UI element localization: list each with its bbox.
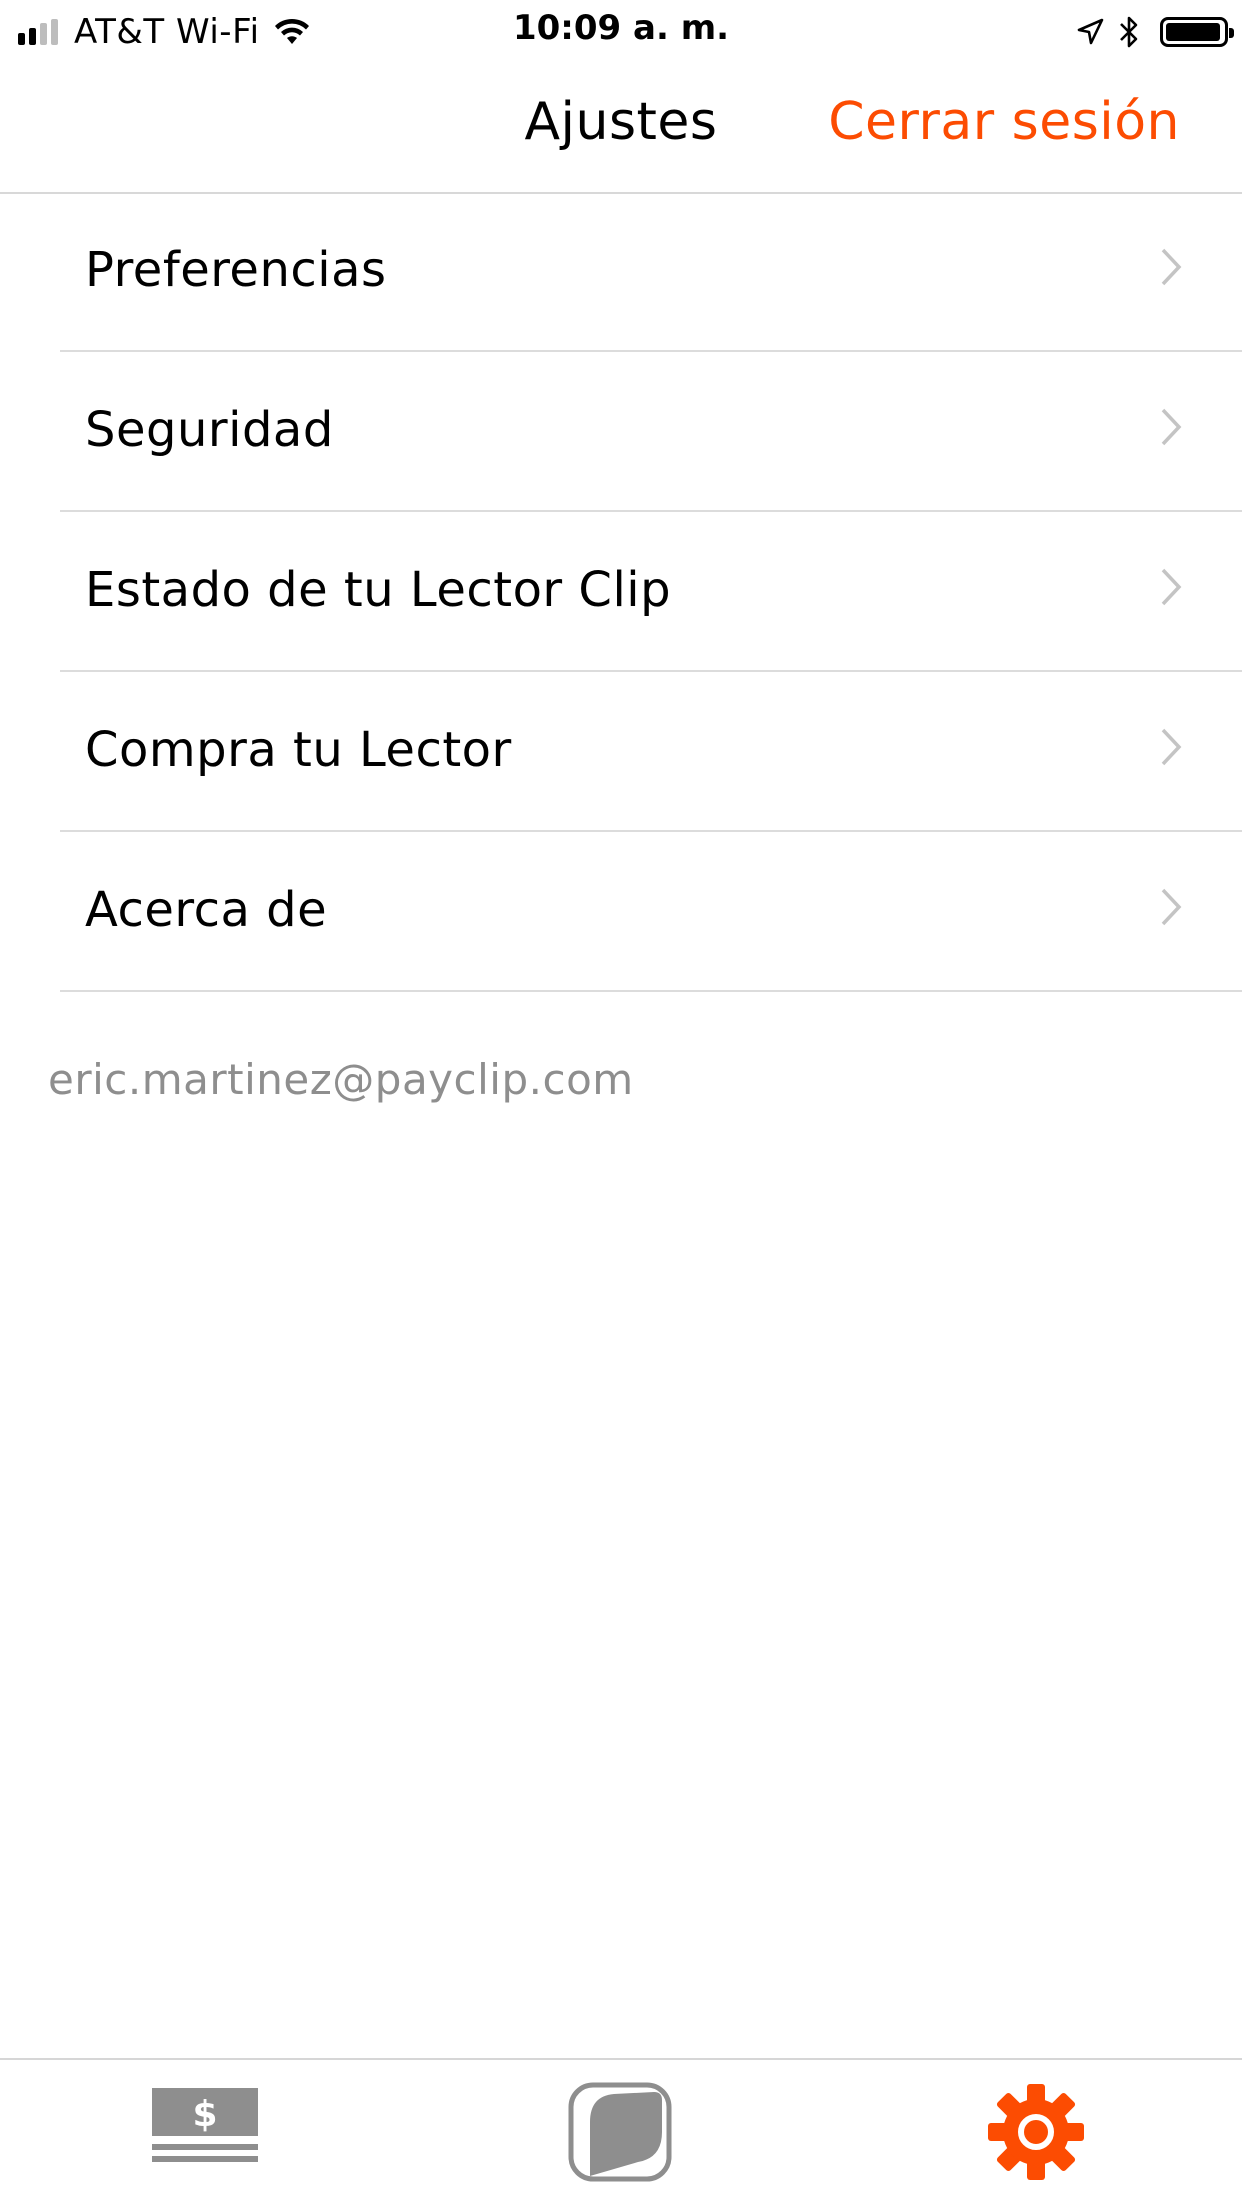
battery-icon bbox=[1160, 17, 1234, 47]
menu-item-label: Estado de tu Lector Clip bbox=[85, 562, 672, 618]
chevron-right-icon bbox=[1161, 248, 1182, 286]
status-bar: AT&T Wi-Fi 10:09 a. m. bbox=[0, 0, 1242, 62]
menu-item-label: Seguridad bbox=[85, 402, 334, 458]
svg-text:$: $ bbox=[192, 2094, 217, 2135]
settings-menu: Preferencias Seguridad Estado de tu Lect… bbox=[0, 192, 1242, 992]
menu-item-label: Acerca de bbox=[85, 882, 328, 938]
menu-item-compra-lector[interactable]: Compra tu Lector bbox=[60, 672, 1242, 832]
bluetooth-icon bbox=[1120, 16, 1138, 48]
status-time: 10:09 a. m. bbox=[512, 8, 730, 48]
tab-bar: $ bbox=[0, 2058, 1242, 2210]
navigation-bar: Ajustes Cerrar sesión bbox=[0, 62, 1242, 194]
menu-item-label: Compra tu Lector bbox=[85, 722, 512, 778]
menu-item-preferencias[interactable]: Preferencias bbox=[60, 192, 1242, 352]
menu-item-acerca-de[interactable]: Acerca de bbox=[60, 832, 1242, 992]
chevron-right-icon bbox=[1161, 568, 1182, 606]
logout-button[interactable]: Cerrar sesión bbox=[828, 92, 1180, 152]
status-bar-right bbox=[1062, 10, 1234, 54]
menu-item-estado-lector[interactable]: Estado de tu Lector Clip bbox=[60, 512, 1242, 672]
chevron-right-icon bbox=[1161, 888, 1182, 926]
tab-settings[interactable] bbox=[986, 2082, 1086, 2186]
menu-item-seguridad[interactable]: Seguridad bbox=[60, 352, 1242, 512]
tab-reader[interactable] bbox=[568, 2082, 672, 2186]
menu-item-label: Preferencias bbox=[85, 242, 387, 298]
chevron-right-icon bbox=[1161, 408, 1182, 446]
tab-sales[interactable]: $ bbox=[152, 2082, 258, 2170]
cash-icon: $ bbox=[152, 2088, 258, 2162]
chevron-right-icon bbox=[1161, 728, 1182, 766]
location-arrow-icon bbox=[1077, 18, 1104, 45]
card-reader-icon bbox=[568, 2082, 672, 2182]
gear-icon bbox=[988, 2084, 1084, 2180]
account-email: eric.martinez@payclip.com bbox=[48, 1055, 634, 1104]
